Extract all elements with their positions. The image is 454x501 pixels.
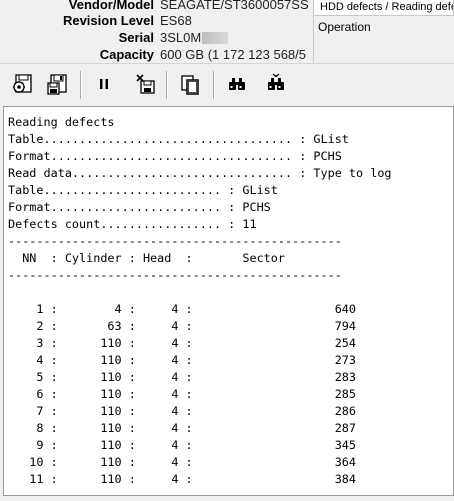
settings-disk-button[interactable] xyxy=(10,72,34,96)
defect-row: 7 : 110 : 4 : 286 xyxy=(8,404,357,418)
log-line: Table......................... : GList xyxy=(8,183,278,197)
log-line: Table...................................… xyxy=(8,132,349,146)
log-separator-line: ----------------------------------------… xyxy=(8,268,342,282)
defect-row: 4 : 110 : 4 : 273 xyxy=(8,353,357,367)
log-line: Read data...............................… xyxy=(8,166,392,180)
log-lines: Reading defects Table...................… xyxy=(8,114,392,496)
log-separator-line: ----------------------------------------… xyxy=(8,489,342,496)
defect-row: 3 : 110 : 4 : 254 xyxy=(8,336,357,350)
log-line: Format........................ : PCHS xyxy=(8,200,271,214)
log-line: Reading defects xyxy=(8,115,115,129)
save-disk-icon xyxy=(47,74,67,95)
log-blank-line xyxy=(8,284,392,301)
log-line: Format..................................… xyxy=(8,149,342,163)
pause-button[interactable] xyxy=(92,72,116,96)
serial-value: 3SL0M xyxy=(160,30,202,45)
defect-row: 10 : 110 : 4 : 364 xyxy=(8,455,357,469)
revision-label: Revision Level xyxy=(62,13,154,28)
toolbar-separator xyxy=(80,71,82,99)
table-header-line: NN : Cylinder : Head : Sector xyxy=(8,251,285,265)
binoculars-next-icon xyxy=(268,73,284,90)
log-separator-line: ----------------------------------------… xyxy=(8,234,342,248)
toolbar-separator xyxy=(213,71,215,99)
copy-button[interactable] xyxy=(178,72,202,96)
defect-row: 11 : 110 : 4 : 384 xyxy=(8,472,357,486)
serial-redaction xyxy=(202,32,229,44)
cancel-save-button[interactable] xyxy=(133,72,157,96)
pause-icon xyxy=(100,79,108,89)
settings-disk-icon xyxy=(13,74,32,93)
drive-info-panel: Vendor/Model SEAGATE/ST3600057SS Revisio… xyxy=(0,0,312,62)
hdd-defects-tab-label: HDD defects / Reading defe xyxy=(320,1,454,13)
hdd-defects-tab[interactable]: HDD defects / Reading defe xyxy=(313,0,454,16)
capacity-row: Capacity 600 GB (1 172 123 568/5 xyxy=(0,46,312,63)
find-button[interactable] xyxy=(225,72,249,96)
defect-row: 6 : 110 : 4 : 285 xyxy=(8,387,357,401)
defect-row: 8 : 110 : 4 : 287 xyxy=(8,421,357,435)
toolbar-separator xyxy=(166,71,168,99)
save-disk-button[interactable] xyxy=(45,72,69,96)
defects-log[interactable]: Reading defects Table...................… xyxy=(3,106,454,496)
log-line: Defects count................. : 11 xyxy=(8,217,257,231)
toolbar xyxy=(0,63,454,104)
binoculars-icon xyxy=(229,78,245,90)
defect-row: 2 : 63 : 4 : 794 xyxy=(8,319,357,333)
serial-row: Serial 3SL0M xyxy=(0,29,312,46)
cancel-save-icon xyxy=(136,74,155,94)
revision-row: Revision Level ES68 xyxy=(0,12,312,29)
operation-label: Operation xyxy=(318,20,371,34)
capacity-value: 600 GB (1 172 123 568/5 xyxy=(160,47,307,62)
revision-value: ES68 xyxy=(160,13,192,28)
operation-panel: Operation xyxy=(313,16,454,62)
defect-row: 1 : 4 : 4 : 640 xyxy=(8,302,357,316)
find-next-button[interactable] xyxy=(264,72,288,96)
copy-icon xyxy=(181,75,199,95)
defect-row: 9 : 110 : 4 : 345 xyxy=(8,438,357,452)
defect-row: 5 : 110 : 4 : 283 xyxy=(8,370,357,384)
serial-label: Serial xyxy=(118,30,154,45)
serial-value-container: 3SL0M xyxy=(160,29,312,46)
capacity-label: Capacity xyxy=(99,47,154,62)
